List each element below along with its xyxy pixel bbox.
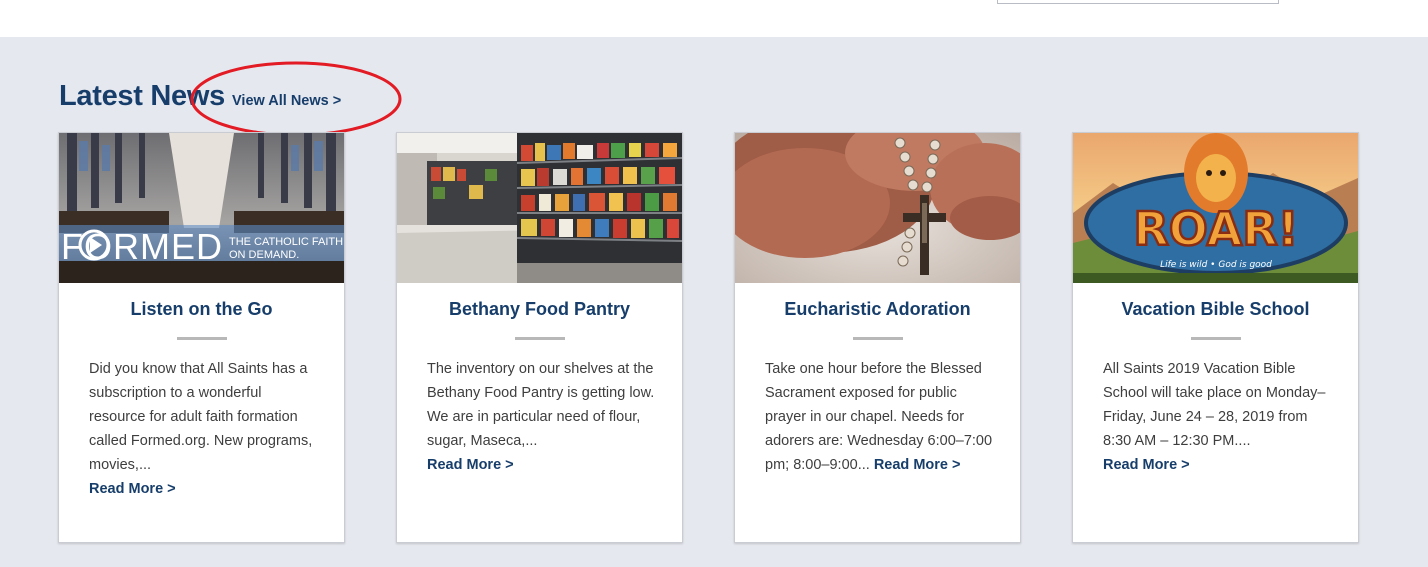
card-excerpt: Did you know that All Saints has a subsc… — [89, 357, 319, 501]
rosary-hands-image[interactable] — [735, 133, 1020, 283]
read-more-link[interactable]: Read More > — [874, 457, 961, 473]
title-divider — [177, 337, 227, 340]
view-all-news-link[interactable]: View All News > — [232, 93, 341, 109]
top-header-bar — [0, 0, 1428, 37]
card-title[interactable]: Vacation Bible School — [1073, 299, 1358, 320]
formed-tagline-1: THE CATHOLIC FAITH — [229, 236, 343, 248]
card-title[interactable]: Bethany Food Pantry — [397, 299, 682, 320]
card-title[interactable]: Listen on the Go — [59, 299, 344, 320]
title-divider — [853, 337, 903, 340]
excerpt-text: Did you know that All Saints has a subsc… — [89, 361, 313, 473]
card-excerpt: All Saints 2019 Vacation Bible School wi… — [1103, 357, 1333, 477]
formed-logo-text: FORMED — [61, 226, 223, 267]
news-card-vacation-bible-school: ROAR! Life is wild • God is good Vacatio… — [1072, 132, 1359, 543]
news-card-eucharistic-adoration: Eucharistic Adoration Take one hour befo… — [734, 132, 1021, 543]
excerpt-text: The inventory on our shelves at the Beth… — [427, 361, 655, 449]
food-pantry-shelves-image[interactable] — [397, 133, 682, 283]
read-more-link[interactable]: Read More > — [1103, 457, 1190, 473]
card-title[interactable]: Eucharistic Adoration — [735, 299, 1020, 320]
news-card-listen-on-the-go: FORMED THE CATHOLIC FAITH ON DEMAND. Lis… — [58, 132, 345, 543]
read-more-link[interactable]: Read More > — [427, 457, 514, 473]
section-title: Latest News — [59, 80, 225, 112]
card-excerpt: The inventory on our shelves at the Beth… — [427, 357, 657, 477]
title-divider — [515, 337, 565, 340]
formed-tagline-2: ON DEMAND. — [229, 249, 299, 261]
roar-tagline: Life is wild • God is good — [1160, 260, 1272, 270]
excerpt-text: All Saints 2019 Vacation Bible School wi… — [1103, 361, 1326, 449]
roar-vbs-image[interactable]: ROAR! Life is wild • God is good — [1073, 133, 1358, 283]
roar-logo-text: ROAR! — [1133, 202, 1298, 256]
title-divider — [1191, 337, 1241, 340]
read-more-link[interactable]: Read More > — [89, 481, 176, 497]
formed-cathedral-image[interactable]: FORMED THE CATHOLIC FAITH ON DEMAND. — [59, 133, 344, 283]
news-card-bethany-food-pantry: Bethany Food Pantry The inventory on our… — [396, 132, 683, 543]
card-excerpt: Take one hour before the Blessed Sacrame… — [765, 357, 995, 477]
search-input[interactable] — [997, 0, 1279, 4]
svg-text:FORMED: FORMED — [61, 226, 223, 267]
